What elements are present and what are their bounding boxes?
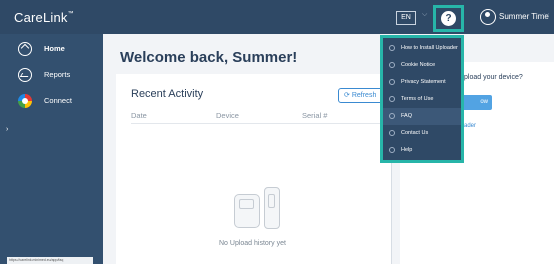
logo-text: CareLink [14,10,68,25]
refresh-label: Refresh [351,92,377,99]
divider [131,123,393,124]
menu-item-label: FAQ [401,113,413,119]
page-title: Welcome back, Summer! [120,49,298,66]
help-dropdown-menu: How to Install Uploader Cookie Notice Pr… [380,35,464,163]
logo-trademark: ™ [67,11,74,17]
meter-device-icon [264,187,280,229]
upload-question: pload your device? [464,74,523,81]
reports-icon [18,68,32,82]
device-illustration [234,184,282,232]
chevron-down-icon[interactable]: ⌵ [544,11,549,19]
uploader-link[interactable]: ader [464,123,476,129]
column-header-date: Date [131,111,147,120]
menu-item-privacy-statement[interactable]: Privacy Statement [383,74,461,91]
cookie-icon [389,62,395,68]
menu-item-label: Help [401,147,413,153]
sidebar-item-reports[interactable]: Reports [0,64,103,86]
question-mark-icon: ? [441,11,456,26]
sidebar-item-home[interactable]: Home [0,38,103,60]
column-header-device: Device [216,111,239,120]
empty-state-message: No Upload history yet [219,240,286,247]
connect-icon [18,94,32,108]
question-icon [389,113,395,119]
home-icon [18,42,32,56]
menu-item-terms-of-use[interactable]: Terms of Use [383,91,461,108]
document-icon [389,96,395,102]
sidebar: Home Reports Connect › https://carelink.… [0,34,103,264]
user-avatar-icon[interactable] [480,9,496,25]
phone-icon [389,130,395,136]
user-name[interactable]: Summer Time [499,12,549,21]
menu-item-faq[interactable]: FAQ [383,108,461,125]
menu-item-cookie-notice[interactable]: Cookie Notice [383,57,461,74]
menu-item-label: Cookie Notice [401,62,436,68]
upload-now-button[interactable]: ow [462,95,492,110]
menu-item-label: Terms of Use [401,96,434,102]
recent-activity-card: Recent Activity ⟳ Refresh Date Device Se… [116,74,396,264]
top-bar: CareLink™ EN ⌵ ? Summer Time ⌵ [0,0,554,34]
collapse-arrow-icon[interactable]: › [6,126,8,133]
language-selector[interactable]: EN [396,11,416,25]
carelink-logo[interactable]: CareLink™ [14,10,74,25]
sidebar-item-label: Connect [44,96,72,105]
menu-item-label: Privacy Statement [401,79,446,85]
pump-device-icon [234,194,260,228]
menu-item-install-uploader[interactable]: How to Install Uploader [383,40,461,57]
sidebar-item-connect[interactable]: Connect [0,90,103,112]
chevron-down-icon[interactable]: ⌵ [422,11,427,19]
column-header-serial: Serial # [302,111,328,120]
document-icon [389,79,395,85]
status-bar-url: https://carelink.minimed.eu/app/faq [7,257,93,264]
sidebar-item-label: Reports [44,70,71,79]
menu-item-label: How to Install Uploader [401,45,458,51]
help-button[interactable]: ? [433,5,464,32]
refresh-icon: ⟳ [344,92,350,99]
menu-item-help[interactable]: Help [383,142,461,159]
download-icon [389,45,395,51]
menu-item-contact-us[interactable]: Contact Us [383,125,461,142]
sidebar-item-label: Home [44,44,65,53]
info-icon [389,147,395,153]
recent-activity-title: Recent Activity [131,88,204,100]
menu-item-label: Contact Us [401,130,429,136]
